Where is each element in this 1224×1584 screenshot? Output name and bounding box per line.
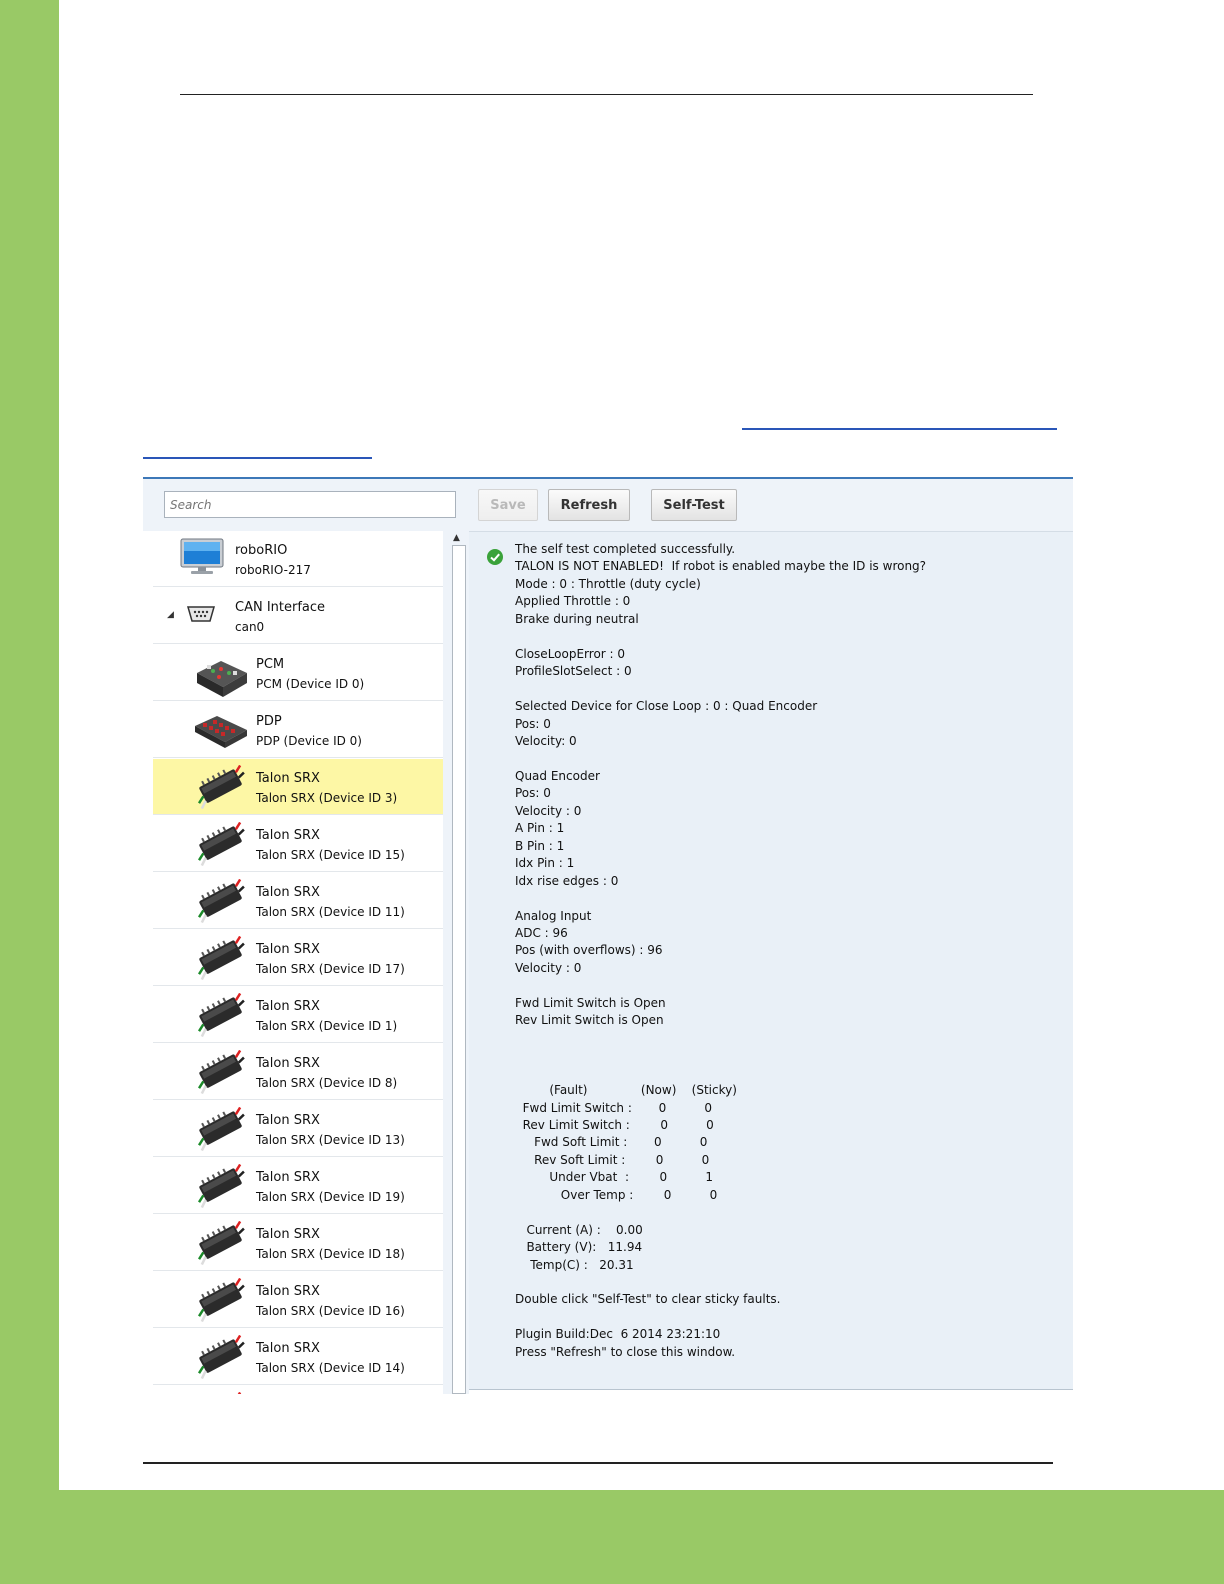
talon-srx-icon bbox=[193, 878, 249, 927]
talon-srx-icon bbox=[193, 1049, 249, 1098]
tree-node-name: Talon SRX bbox=[256, 828, 320, 843]
talon-srx-icon bbox=[193, 935, 249, 984]
details-panel-border bbox=[469, 1389, 1073, 1394]
tree-node-subtitle: Talon SRX (Device ID 15) bbox=[256, 848, 405, 862]
tree-node-name: PCM bbox=[256, 657, 285, 672]
tree-node-device[interactable]: Talon SRX Talon SRX (Device ID 11) bbox=[153, 873, 443, 929]
tree-node-can-interface[interactable]: ◢ CAN Interface can0 bbox=[153, 588, 443, 644]
tree-node-subtitle: Talon SRX (Device ID 19) bbox=[256, 1190, 405, 1204]
web-config-window: Save Refresh Self-Test roboRIO roboRIO-2… bbox=[143, 477, 1073, 1394]
toolbar: Save Refresh Self-Test bbox=[143, 479, 1073, 531]
page-bottom-band bbox=[0, 1490, 1224, 1584]
refresh-button[interactable]: Refresh bbox=[548, 489, 630, 521]
footer-rule bbox=[143, 1462, 1053, 1464]
tree-node-subtitle: Talon SRX (Device ID 8) bbox=[256, 1076, 398, 1090]
tree-node-device[interactable]: Talon SRX Talon SRX (Device ID 18) bbox=[153, 1215, 443, 1271]
tree-scrollbar[interactable]: ▲ bbox=[443, 531, 469, 1394]
tree-node-device[interactable]: Talon SRX Talon SRX (Device ID 13) bbox=[153, 1101, 443, 1157]
tree-node-name: Talon SRX bbox=[256, 999, 320, 1014]
talon-srx-icon bbox=[193, 764, 249, 813]
talon-srx-icon bbox=[193, 1277, 249, 1326]
success-check-icon bbox=[487, 549, 503, 565]
tree-node-device-partial[interactable] bbox=[153, 1386, 443, 1394]
tree-node-subtitle: Talon SRX (Device ID 11) bbox=[256, 905, 405, 919]
tree-node-subtitle: Talon SRX (Device ID 13) bbox=[256, 1133, 405, 1147]
save-button[interactable]: Save bbox=[478, 489, 538, 521]
tree-node-subtitle: Talon SRX (Device ID 18) bbox=[256, 1247, 405, 1261]
self-test-output: The self test completed successfully. TA… bbox=[515, 542, 927, 1359]
header-rule bbox=[180, 94, 1033, 95]
tree-node-device[interactable]: Talon SRX Talon SRX (Device ID 17) bbox=[153, 930, 443, 986]
hyperlink-underline-continued[interactable] bbox=[143, 457, 372, 459]
tree-node-subtitle: Talon SRX (Device ID 17) bbox=[256, 962, 405, 976]
device-details-panel: The self test completed successfully. TA… bbox=[469, 531, 1073, 1390]
tree-node-subtitle: Talon SRX (Device ID 14) bbox=[256, 1361, 405, 1375]
tree-node-subtitle: PDP (Device ID 0) bbox=[256, 734, 362, 748]
tree-node-name: Talon SRX bbox=[256, 1341, 320, 1356]
talon-srx-icon bbox=[193, 992, 249, 1041]
tree-node-subtitle: Talon SRX (Device ID 16) bbox=[256, 1304, 405, 1318]
tree-node-name: Talon SRX bbox=[256, 1170, 320, 1185]
tree-node-subtitle: Talon SRX (Device ID 3) bbox=[256, 791, 398, 805]
tree-node-device[interactable]: Talon SRX Talon SRX (Device ID 1) bbox=[153, 987, 443, 1043]
scroll-up-arrow-icon[interactable]: ▲ bbox=[453, 533, 460, 543]
tree-node-device[interactable]: Talon SRX Talon SRX (Device ID 8) bbox=[153, 1044, 443, 1100]
tree-node-name: Talon SRX bbox=[256, 1227, 320, 1242]
tree-node-device[interactable]: Talon SRX Talon SRX (Device ID 15) bbox=[153, 816, 443, 872]
page-corner bbox=[59, 1440, 119, 1490]
monitor-icon bbox=[180, 538, 224, 580]
tree-node-name: Talon SRX bbox=[256, 1056, 320, 1071]
tree-node-device[interactable]: PDP PDP (Device ID 0) bbox=[153, 702, 443, 758]
talon-srx-icon bbox=[193, 821, 249, 870]
tree-node-subtitle: can0 bbox=[235, 620, 265, 634]
tree-node-device[interactable]: Talon SRX Talon SRX (Device ID 14) bbox=[153, 1329, 443, 1385]
tree-node-roborio[interactable]: roboRIO roboRIO-217 bbox=[153, 531, 443, 587]
tree-node-name: Talon SRX bbox=[256, 885, 320, 900]
tree-node-name: CAN Interface bbox=[235, 600, 326, 615]
tree-node-device[interactable]: Talon SRX Talon SRX (Device ID 19) bbox=[153, 1158, 443, 1214]
talon-srx-icon bbox=[193, 1391, 249, 1394]
tree-node-device[interactable]: Talon SRX Talon SRX (Device ID 16) bbox=[153, 1272, 443, 1328]
hyperlink-underline[interactable] bbox=[742, 428, 1057, 430]
talon-srx-icon bbox=[193, 1106, 249, 1155]
tree-node-name: Talon SRX bbox=[256, 771, 320, 786]
device-tree: roboRIO roboRIO-217 ◢ CAN Interface can0… bbox=[153, 531, 444, 1394]
tree-node-device[interactable]: PCM PCM (Device ID 0) bbox=[153, 645, 443, 701]
tree-node-name: roboRIO bbox=[235, 543, 288, 558]
pdp-icon bbox=[193, 708, 249, 756]
tree-node-name: Talon SRX bbox=[256, 942, 320, 957]
collapse-triangle-icon[interactable]: ◢ bbox=[167, 610, 174, 620]
tree-node-subtitle: PCM (Device ID 0) bbox=[256, 677, 365, 691]
pcm-icon bbox=[193, 651, 249, 703]
tree-node-subtitle: roboRIO-217 bbox=[235, 563, 311, 577]
talon-srx-icon bbox=[193, 1334, 249, 1383]
tree-node-device[interactable]: Talon SRX Talon SRX (Device ID 3) bbox=[153, 759, 443, 815]
self-test-button[interactable]: Self-Test bbox=[651, 489, 737, 521]
serial-port-icon bbox=[186, 604, 216, 628]
scrollbar-thumb[interactable] bbox=[452, 545, 466, 1394]
talon-srx-icon bbox=[193, 1220, 249, 1269]
tree-node-name: Talon SRX bbox=[256, 1284, 320, 1299]
page-left-band bbox=[0, 0, 59, 1584]
tree-node-name: PDP bbox=[256, 714, 282, 729]
search-input[interactable] bbox=[164, 491, 456, 518]
tree-node-subtitle: Talon SRX (Device ID 1) bbox=[256, 1019, 398, 1033]
talon-srx-icon bbox=[193, 1163, 249, 1212]
tree-node-name: Talon SRX bbox=[256, 1113, 320, 1128]
